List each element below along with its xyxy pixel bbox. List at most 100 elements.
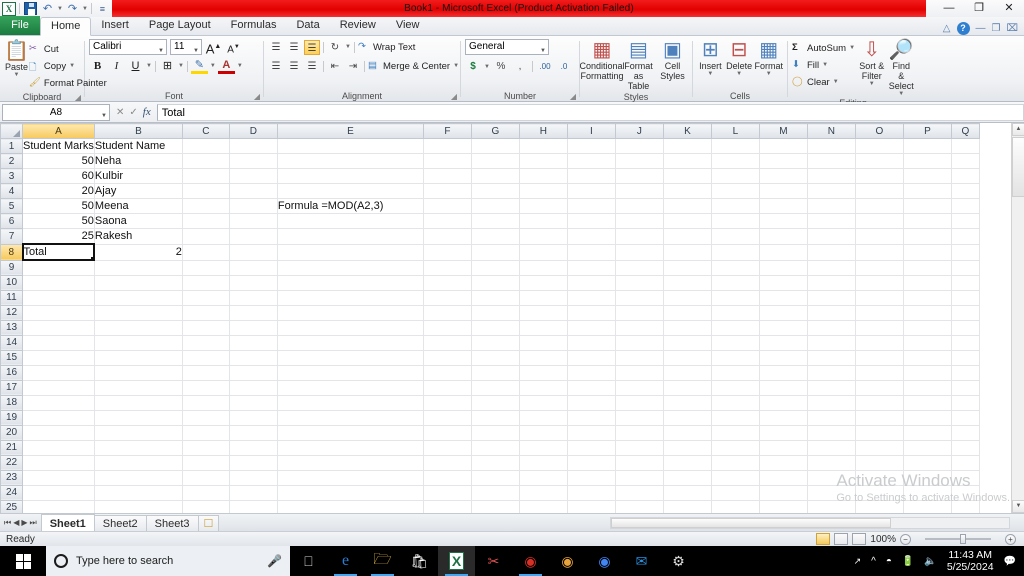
fill-button[interactable]: ⬇ Fill ▼ <box>792 57 855 73</box>
save-icon[interactable] <box>23 1 38 16</box>
cell-g25[interactable] <box>471 500 520 513</box>
cell-a25[interactable] <box>22 500 95 513</box>
cell-e6[interactable] <box>277 213 424 229</box>
cell-o16[interactable] <box>855 365 904 381</box>
customize-quick-access-icon[interactable]: ≡ <box>95 1 110 16</box>
cell-c10[interactable] <box>182 275 230 291</box>
cell-m11[interactable] <box>759 290 808 306</box>
cell-k9[interactable] <box>663 260 712 276</box>
cell-e8[interactable] <box>277 244 424 261</box>
cell-i14[interactable] <box>567 335 616 351</box>
cell-b3[interactable]: Kulbir <box>94 168 183 184</box>
cell-i10[interactable] <box>567 275 616 291</box>
row-header-18[interactable]: 18 <box>0 394 23 411</box>
clear-dropdown-icon[interactable]: ▼ <box>833 79 839 85</box>
find-select-button[interactable]: 🔎 Find & Select ▼ <box>889 39 914 97</box>
cell-l8[interactable] <box>711 244 760 261</box>
cell-d12[interactable] <box>229 305 278 321</box>
italic-button[interactable]: I <box>108 58 125 74</box>
cell-j24[interactable] <box>615 485 664 501</box>
cell-a2[interactable]: 50 <box>22 153 95 169</box>
cell-k12[interactable] <box>663 305 712 321</box>
cell-h18[interactable] <box>519 395 568 411</box>
taskbar-app-opera[interactable]: ◉ <box>549 546 586 576</box>
cell-h21[interactable] <box>519 440 568 456</box>
cell-i17[interactable] <box>567 380 616 396</box>
cell-d23[interactable] <box>229 470 278 486</box>
cell-a7[interactable]: 25 <box>22 228 95 245</box>
cell-h9[interactable] <box>519 260 568 276</box>
cell-c9[interactable] <box>182 260 230 276</box>
cell-q17[interactable] <box>951 380 980 396</box>
column-header-d[interactable]: D <box>228 123 278 139</box>
cell-j15[interactable] <box>615 350 664 366</box>
cell-p3[interactable] <box>903 168 952 184</box>
zoom-in-button[interactable]: + <box>1005 533 1016 545</box>
cell-c15[interactable] <box>182 350 230 366</box>
cell-i7[interactable] <box>567 228 616 245</box>
cell-p19[interactable] <box>903 410 952 426</box>
cell-l22[interactable] <box>711 455 760 471</box>
zoom-level[interactable]: 100% <box>870 534 896 545</box>
fill-dropdown-icon[interactable]: ▼ <box>822 62 828 68</box>
cell-d9[interactable] <box>229 260 278 276</box>
cell-f21[interactable] <box>423 440 472 456</box>
cell-m5[interactable] <box>759 198 808 214</box>
increase-decimal-button[interactable]: .00 <box>537 59 553 74</box>
cell-b10[interactable] <box>94 275 183 291</box>
tab-home[interactable]: Home <box>40 17 92 36</box>
cell-b16[interactable] <box>94 365 183 381</box>
first-sheet-button[interactable]: ⏮ <box>4 518 11 528</box>
cell-p12[interactable] <box>903 305 952 321</box>
cell-o5[interactable] <box>855 198 904 214</box>
cell-d1[interactable] <box>229 138 278 154</box>
cell-i11[interactable] <box>567 290 616 306</box>
cell-k11[interactable] <box>663 290 712 306</box>
cell-f25[interactable] <box>423 500 472 513</box>
cell-b5[interactable]: Meena <box>94 198 183 214</box>
cell-p8[interactable] <box>903 244 952 261</box>
cell-k6[interactable] <box>663 213 712 229</box>
cell-b2[interactable]: Neha <box>94 153 183 169</box>
cell-g14[interactable] <box>471 335 520 351</box>
cell-d18[interactable] <box>229 395 278 411</box>
cell-o15[interactable] <box>855 350 904 366</box>
scroll-down-button[interactable]: ▼ <box>1012 500 1024 513</box>
battery-icon[interactable]: 🔋 <box>902 556 914 567</box>
vertical-scroll-thumb[interactable] <box>1012 137 1024 197</box>
cell-c4[interactable] <box>182 183 230 199</box>
cell-m23[interactable] <box>759 470 808 486</box>
cell-d24[interactable] <box>229 485 278 501</box>
cell-p18[interactable] <box>903 395 952 411</box>
cell-i15[interactable] <box>567 350 616 366</box>
cell-d2[interactable] <box>229 153 278 169</box>
cell-p15[interactable] <box>903 350 952 366</box>
cell-h7[interactable] <box>519 228 568 245</box>
row-header-3[interactable]: 3 <box>0 168 23 184</box>
cell-e12[interactable] <box>277 305 424 321</box>
cell-i20[interactable] <box>567 425 616 441</box>
cell-a23[interactable] <box>22 470 95 486</box>
row-header-4[interactable]: 4 <box>0 183 23 199</box>
cell-g2[interactable] <box>471 153 520 169</box>
minimize-ribbon-icon[interactable]: △ <box>943 23 951 34</box>
cell-h20[interactable] <box>519 425 568 441</box>
cell-j16[interactable] <box>615 365 664 381</box>
cell-a19[interactable] <box>22 410 95 426</box>
underline-button[interactable]: U <box>127 58 144 74</box>
row-header-11[interactable]: 11 <box>0 289 23 306</box>
cell-a4[interactable]: 20 <box>22 183 95 199</box>
cell-e21[interactable] <box>277 440 424 456</box>
cell-l9[interactable] <box>711 260 760 276</box>
show-hidden-icons-icon[interactable]: ^ <box>871 556 876 567</box>
cell-f14[interactable] <box>423 335 472 351</box>
select-all-button[interactable] <box>0 123 23 139</box>
cell-o9[interactable] <box>855 260 904 276</box>
tab-file[interactable]: File <box>0 16 40 35</box>
cell-n23[interactable] <box>807 470 856 486</box>
fill-color-icon[interactable]: ✎ <box>190 59 208 74</box>
grow-font-button[interactable]: A▲ <box>205 39 222 56</box>
format-dropdown-icon[interactable]: ▼ <box>766 71 772 77</box>
column-header-p[interactable]: P <box>902 123 952 139</box>
cell-k4[interactable] <box>663 183 712 199</box>
